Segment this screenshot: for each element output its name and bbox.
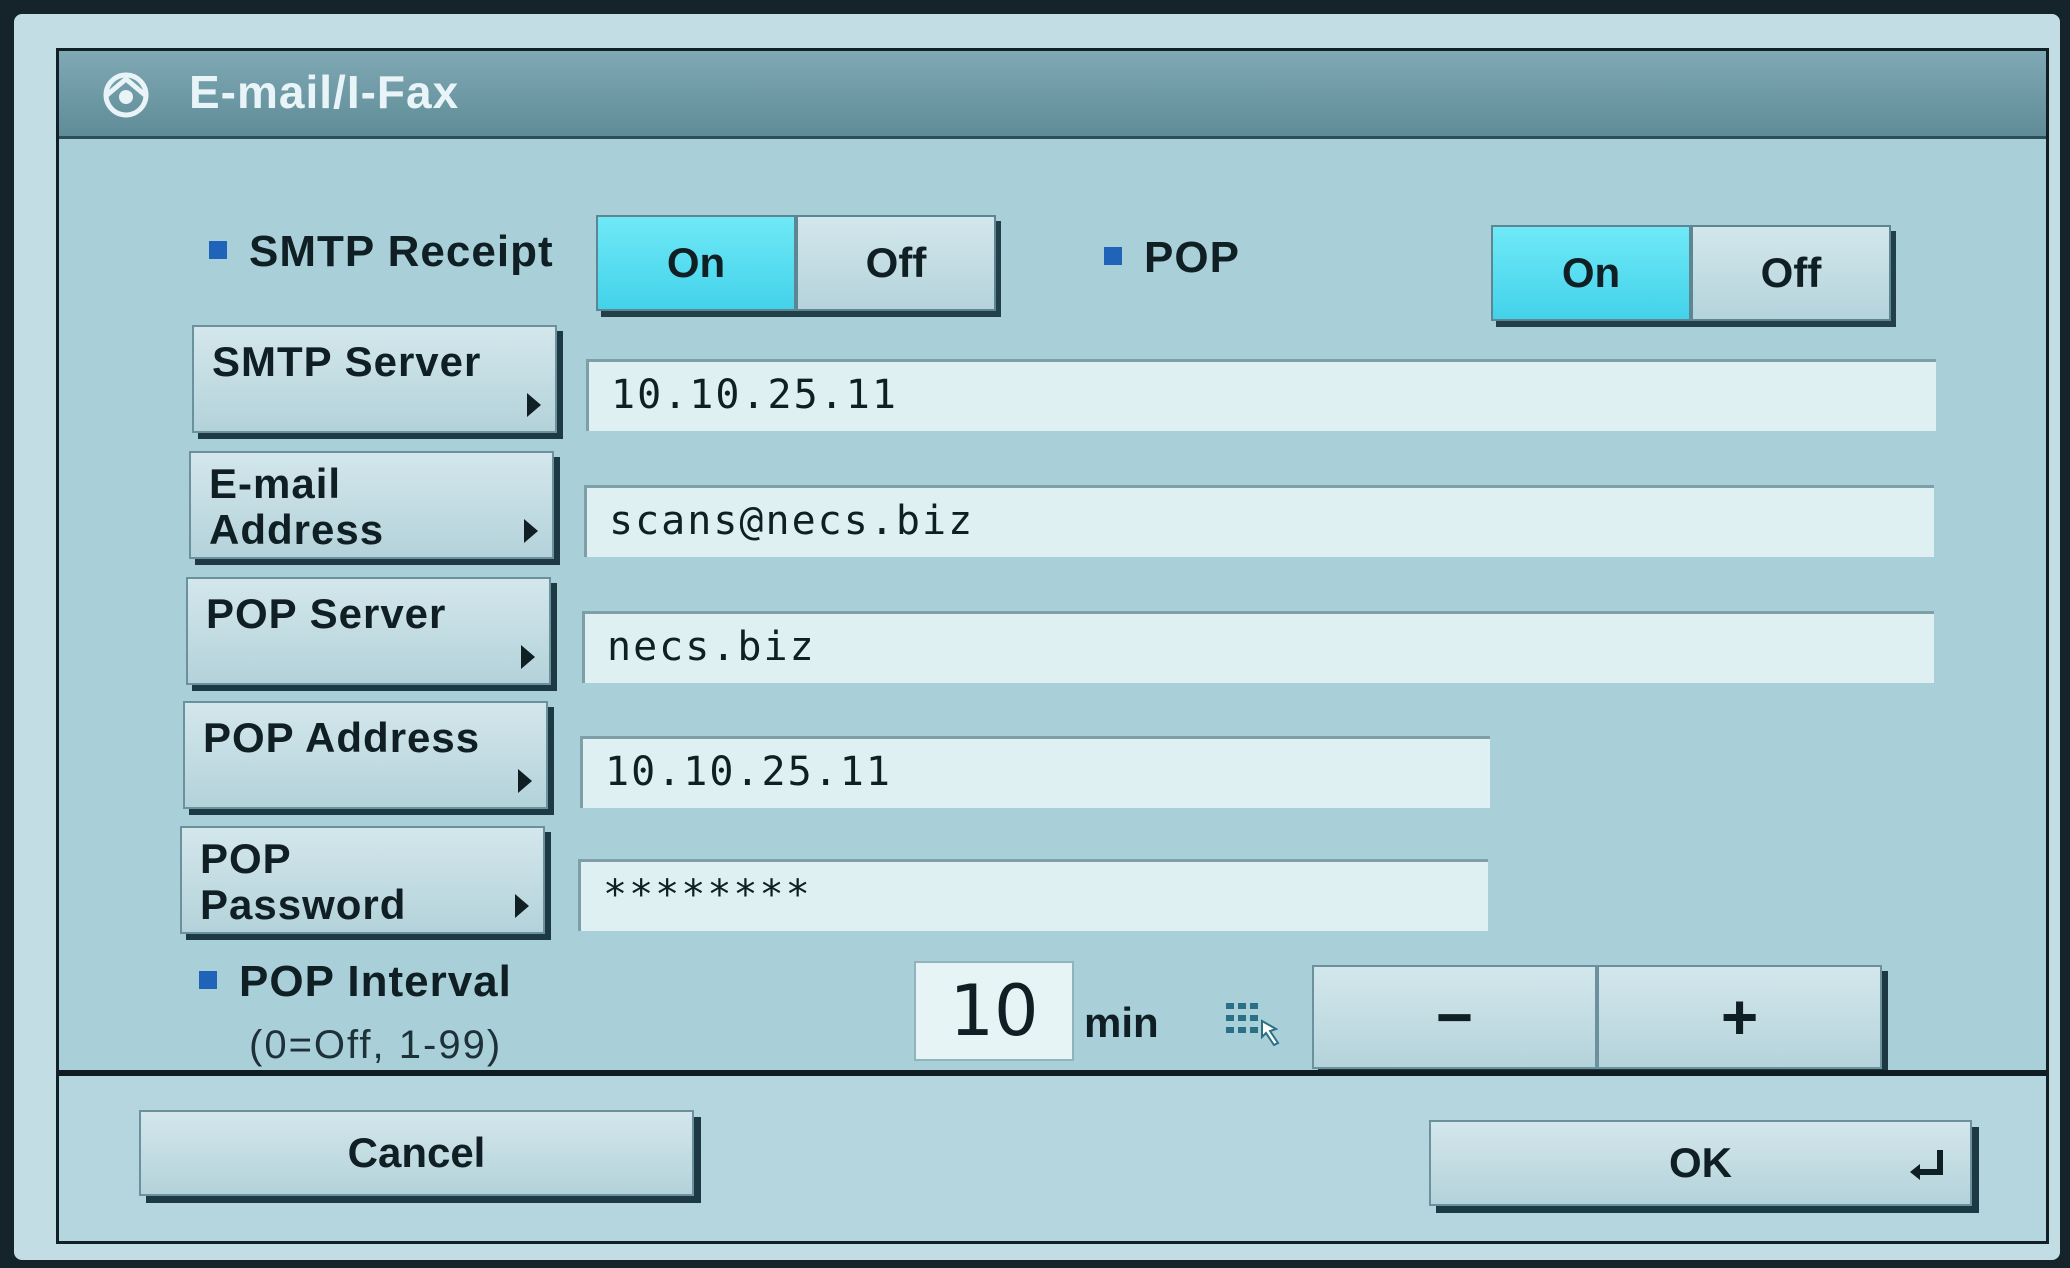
pop-text: POP	[1144, 233, 1240, 282]
cancel-button[interactable]: Cancel	[139, 1110, 694, 1196]
smtp-server-button[interactable]: SMTP Server	[192, 325, 557, 433]
pop-interval-value[interactable]: 10	[914, 961, 1074, 1061]
smtp-receipt-on-button[interactable]: On	[596, 215, 796, 311]
pop-address-field[interactable]: 10.10.25.11	[580, 736, 1490, 808]
smtp-receipt-toggle: On Off	[596, 215, 996, 311]
pop-interval-label: POP Interval	[199, 957, 512, 1007]
enter-icon	[1910, 1150, 1943, 1180]
pop-password-label: POP Password	[200, 835, 407, 928]
arrow-right-icon	[518, 769, 532, 793]
network-icon	[103, 72, 149, 118]
smtp-receipt-off-button[interactable]: Off	[796, 215, 996, 311]
pop-server-label: POP Server	[206, 590, 447, 637]
arrow-right-icon	[524, 519, 538, 543]
smtp-server-field[interactable]: 10.10.25.11	[586, 359, 1936, 431]
email-address-field[interactable]: scans@necs.biz	[584, 485, 1934, 557]
bullet-icon	[1104, 247, 1122, 266]
pop-server-button[interactable]: POP Server	[186, 577, 551, 685]
email-ifax-dialog: E-mail/I-Fax SMTP Receipt On Off POP On …	[56, 48, 2049, 1244]
arrow-right-icon	[527, 393, 541, 417]
pop-interval-hint: (0=Off, 1-99)	[249, 1023, 503, 1067]
pop-address-label: POP Address	[203, 714, 481, 761]
dialog-title: E-mail/I-Fax	[189, 66, 460, 118]
pop-password-field[interactable]: ********	[578, 859, 1488, 931]
keypad-icon[interactable]	[1224, 999, 1288, 1047]
pop-interval-stepper: − +	[1312, 965, 1882, 1069]
ok-button[interactable]: OK	[1429, 1120, 1972, 1206]
device-screen: E-mail/I-Fax SMTP Receipt On Off POP On …	[14, 14, 2060, 1260]
pop-password-button[interactable]: POP Password	[180, 826, 545, 934]
title-bar: E-mail/I-Fax	[59, 51, 2046, 139]
dialog-footer: Cancel OK	[59, 1070, 2046, 1241]
smtp-receipt-label: SMTP Receipt	[209, 227, 554, 277]
bullet-icon	[199, 971, 217, 990]
pop-label: POP	[1104, 233, 1240, 283]
email-address-button[interactable]: E-mail Address	[189, 451, 554, 559]
increment-button[interactable]: +	[1597, 965, 1882, 1069]
pop-off-button[interactable]: Off	[1691, 225, 1891, 321]
bullet-icon	[209, 241, 227, 260]
arrow-right-icon	[515, 894, 529, 918]
decrement-button[interactable]: −	[1312, 965, 1597, 1069]
ok-button-label: OK	[1669, 1139, 1732, 1186]
arrow-right-icon	[521, 645, 535, 669]
smtp-server-label: SMTP Server	[212, 338, 482, 385]
pop-toggle: On Off	[1491, 225, 1891, 321]
pop-on-button[interactable]: On	[1491, 225, 1691, 321]
settings-panel: SMTP Receipt On Off POP On Off SMTP Serv…	[59, 139, 2046, 1069]
pop-interval-text: POP Interval	[239, 957, 512, 1006]
pop-interval-unit: min	[1084, 999, 1159, 1046]
email-address-label: E-mail Address	[209, 460, 385, 553]
pop-server-field[interactable]: necs.biz	[582, 611, 1934, 683]
smtp-receipt-text: SMTP Receipt	[249, 227, 554, 276]
pop-address-button[interactable]: POP Address	[183, 701, 548, 809]
